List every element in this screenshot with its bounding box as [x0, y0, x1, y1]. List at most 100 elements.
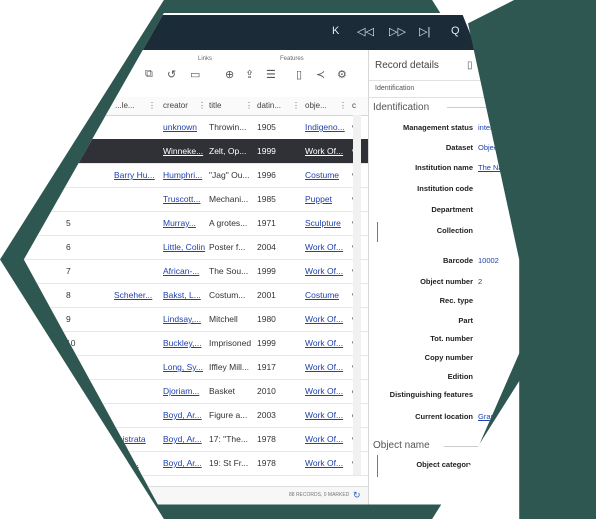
search-icon[interactable]: Q: [451, 25, 460, 37]
row-number: 7: [66, 266, 71, 276]
table-row[interactable]: Djoriam... Basket 2010 Work Of... c: [23, 379, 368, 404]
table-row[interactable]: 6 Little, Colin Poster f... 2004 Work Of…: [23, 235, 368, 260]
first-record-button[interactable]: K: [332, 25, 339, 37]
row-date: 1917: [257, 362, 276, 372]
row-creator[interactable]: African-...: [163, 266, 199, 276]
row-creator[interactable]: Lindsay,...: [163, 314, 201, 324]
row-title: Figure a...: [209, 410, 248, 420]
refresh-icon[interactable]: ↻: [353, 490, 361, 501]
table-row[interactable]: 8 Scheher... Bakst, L... Costum... 2001 …: [23, 283, 368, 308]
row-title: 17: "The...: [209, 434, 248, 444]
column-menu-icon[interactable]: ⋮: [198, 101, 206, 110]
row-object[interactable]: Work Of...: [305, 362, 343, 372]
row-date: 1978: [257, 458, 276, 468]
connect-icon[interactable]: ≺: [316, 68, 325, 81]
table-row-selected[interactable]: Winneke... Zelt, Op... 1999 Work Of... v: [23, 139, 368, 164]
settings-icon[interactable]: ⚙: [337, 68, 347, 81]
previous-record-button[interactable]: ◁◁: [357, 25, 374, 38]
row-creator[interactable]: Djoriam...: [163, 386, 199, 396]
row-title: Poster f...: [209, 242, 246, 252]
row-object[interactable]: Work Of...: [305, 242, 343, 252]
row-date: 2003: [257, 410, 276, 420]
row-creator[interactable]: Boyd, Ar...: [163, 410, 202, 420]
row-creator[interactable]: Boyd, Ar...: [163, 458, 202, 468]
header-extra[interactable]: c: [352, 101, 356, 110]
row-creator[interactable]: Buckley,...: [163, 338, 202, 348]
row-object[interactable]: Work Of...: [305, 314, 343, 324]
row-creator[interactable]: Boyd, Ar...: [163, 434, 202, 444]
field-label: Collection: [436, 226, 473, 235]
row-creator[interactable]: Bakst, L...: [163, 290, 201, 300]
row-date: 2001: [257, 290, 276, 300]
row-object[interactable]: Work Of...: [305, 458, 343, 468]
row-object[interactable]: Work Of...: [305, 410, 343, 420]
table-row[interactable]: Boyd, Ar... Figure a... 2003 Work Of... …: [23, 403, 368, 428]
header-creator[interactable]: creator: [163, 101, 188, 110]
row-creator[interactable]: Long, Sy...: [163, 362, 203, 372]
document-icon[interactable]: ▯: [296, 68, 302, 81]
row-object[interactable]: Work Of...: [305, 386, 343, 396]
table-row[interactable]: 5 Murray... A grotes... 1971 Sculpture v: [23, 211, 368, 236]
column-menu-icon[interactable]: ⋮: [292, 101, 300, 110]
row-object[interactable]: Work Of...: [305, 146, 343, 156]
table-row[interactable]: of St... Boyd, Ar... 19: St Fr... 1978 W…: [23, 451, 368, 476]
history-icon[interactable]: ↺: [167, 68, 176, 81]
grid-toolbar: Links Features ⧉ ↺ ▭ ⊕ ⇪ ☰ ▯ ≺ ⚙: [23, 50, 368, 98]
row-title: Throwin...: [209, 122, 247, 132]
table-row[interactable]: unknown Throwin... 1905 Indigeno... v: [23, 115, 368, 140]
row-reference[interactable]: Barry Hu...: [114, 170, 155, 180]
last-record-button[interactable]: ▷|: [419, 25, 430, 38]
table-row[interactable]: Long, Sy... Iffley Mill... 1917 Work Of.…: [23, 355, 368, 380]
row-title: Basket: [209, 386, 235, 396]
field-label: Institution code: [417, 184, 473, 193]
grid-vertical-scrollbar[interactable]: [353, 115, 361, 475]
object-name-group-title: Object name: [373, 440, 430, 451]
row-creator[interactable]: unknown: [163, 122, 197, 132]
table-row[interactable]: ysistrata Boyd, Ar... 17: "The... 1978 W…: [23, 427, 368, 452]
grid-header: ...le... ⋮ creator ⋮ title ⋮ datin... ⋮ …: [23, 97, 368, 116]
header-title[interactable]: title: [209, 101, 221, 110]
row-creator[interactable]: Winneke...: [163, 146, 203, 156]
row-number: 9: [66, 314, 71, 324]
row-creator[interactable]: Truscott...: [163, 194, 200, 204]
link-field-icon[interactable]: ▭: [190, 68, 200, 81]
row-title: Mechani...: [209, 194, 249, 204]
zoom-in-icon[interactable]: ⊕: [225, 68, 234, 81]
document-icon[interactable]: ▯: [467, 60, 473, 71]
row-object[interactable]: Costume: [305, 290, 339, 300]
share-icon[interactable]: ⇪: [245, 68, 254, 81]
list-view-icon[interactable]: ☰: [266, 68, 276, 81]
header-column-title[interactable]: ...le...: [115, 101, 135, 110]
column-menu-icon[interactable]: ⋮: [245, 101, 253, 110]
row-object[interactable]: Work Of...: [305, 266, 343, 276]
copy-icon[interactable]: ⧉: [145, 68, 153, 81]
field-value[interactable]: 2: [478, 277, 482, 286]
row-creator[interactable]: Humphri...: [163, 170, 202, 180]
next-record-button[interactable]: ▷▷: [389, 25, 406, 38]
header-object[interactable]: obje...: [305, 101, 327, 110]
row-object[interactable]: Puppet: [305, 194, 332, 204]
column-menu-icon[interactable]: ⋮: [339, 101, 347, 110]
row-date: 1980: [257, 314, 276, 324]
row-number: 6: [66, 242, 71, 252]
row-creator[interactable]: Little, Colin: [163, 242, 205, 252]
row-date: 1999: [257, 338, 276, 348]
row-object[interactable]: Indigeno...: [305, 122, 345, 132]
row-object[interactable]: Sculpture: [305, 218, 341, 228]
column-menu-icon[interactable]: ⋮: [148, 101, 156, 110]
row-object[interactable]: Costume: [305, 170, 339, 180]
row-object[interactable]: Work Of...: [305, 338, 343, 348]
field-value[interactable]: 10002: [478, 256, 499, 265]
field-label: Copy number: [424, 353, 473, 362]
tab-identification[interactable]: Identification: [375, 85, 414, 92]
field-label: Management status: [402, 123, 473, 132]
row-title: The Sou...: [209, 266, 249, 276]
table-row[interactable]: 7 African-... The Sou... 1999 Work Of...…: [23, 259, 368, 284]
row-creator[interactable]: Murray...: [163, 218, 196, 228]
row-reference[interactable]: Scheher...: [114, 290, 152, 300]
row-object[interactable]: Work Of...: [305, 434, 343, 444]
header-dating[interactable]: datin...: [257, 101, 281, 110]
field-label: Barcode: [442, 256, 473, 265]
field-label: Part: [458, 316, 473, 325]
row-title: Iffley Mill...: [209, 362, 249, 372]
